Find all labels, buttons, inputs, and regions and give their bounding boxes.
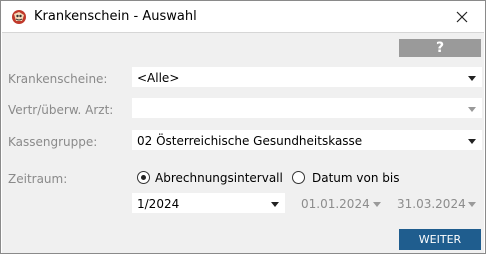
krankenscheine-value: <Alle> [137, 71, 180, 85]
window-title: Krankenschein - Auswahl [34, 9, 197, 24]
radio-abrechnungsintervall-label: Abrechnungsintervall [155, 171, 283, 185]
date-to-value: 31.03.2024 [397, 197, 466, 211]
interval-select[interactable]: 1/2024 [132, 193, 285, 213]
chevron-down-icon [373, 202, 381, 207]
chevron-down-icon [468, 202, 476, 207]
zeitraum-label: Zeitraum: [8, 172, 68, 186]
close-icon [456, 11, 468, 22]
close-button[interactable] [439, 1, 485, 32]
dialog-window: Krankenschein - Auswahl ? Krankenscheine… [0, 0, 486, 254]
app-logo-icon [12, 10, 26, 24]
arzt-label: Vertr/überw. Arzt: [8, 103, 114, 117]
krankenscheine-select[interactable]: <Alle> [132, 67, 482, 87]
chevron-down-icon [468, 76, 476, 81]
chevron-down-icon [468, 107, 476, 112]
help-button[interactable]: ? [399, 39, 481, 57]
krankenscheine-label: Krankenscheine: [8, 72, 108, 86]
chevron-down-icon [271, 202, 279, 207]
arzt-select[interactable] [132, 98, 482, 118]
kassengruppe-value: 02 Österreichische Gesundheitskasse [137, 134, 363, 148]
radio-abrechnungsintervall[interactable] [137, 171, 150, 184]
date-to-picker[interactable]: 31.03.2024 [392, 193, 482, 213]
dialog-content: ? Krankenscheine: <Alle> Vertr/überw. Ar… [2, 32, 484, 253]
title-bar: Krankenschein - Auswahl [1, 1, 485, 32]
interval-value: 1/2024 [137, 197, 180, 211]
kassengruppe-label: Kassengruppe: [8, 135, 98, 149]
radio-datum-von-bis[interactable] [292, 171, 305, 184]
date-from-value: 01.01.2024 [301, 197, 370, 211]
weiter-button[interactable]: WEITER [399, 229, 481, 250]
chevron-down-icon [468, 139, 476, 144]
radio-datum-von-bis-label: Datum von bis [312, 171, 400, 185]
kassengruppe-select[interactable]: 02 Österreichische Gesundheitskasse [132, 130, 482, 150]
date-from-picker[interactable]: 01.01.2024 [296, 193, 387, 213]
